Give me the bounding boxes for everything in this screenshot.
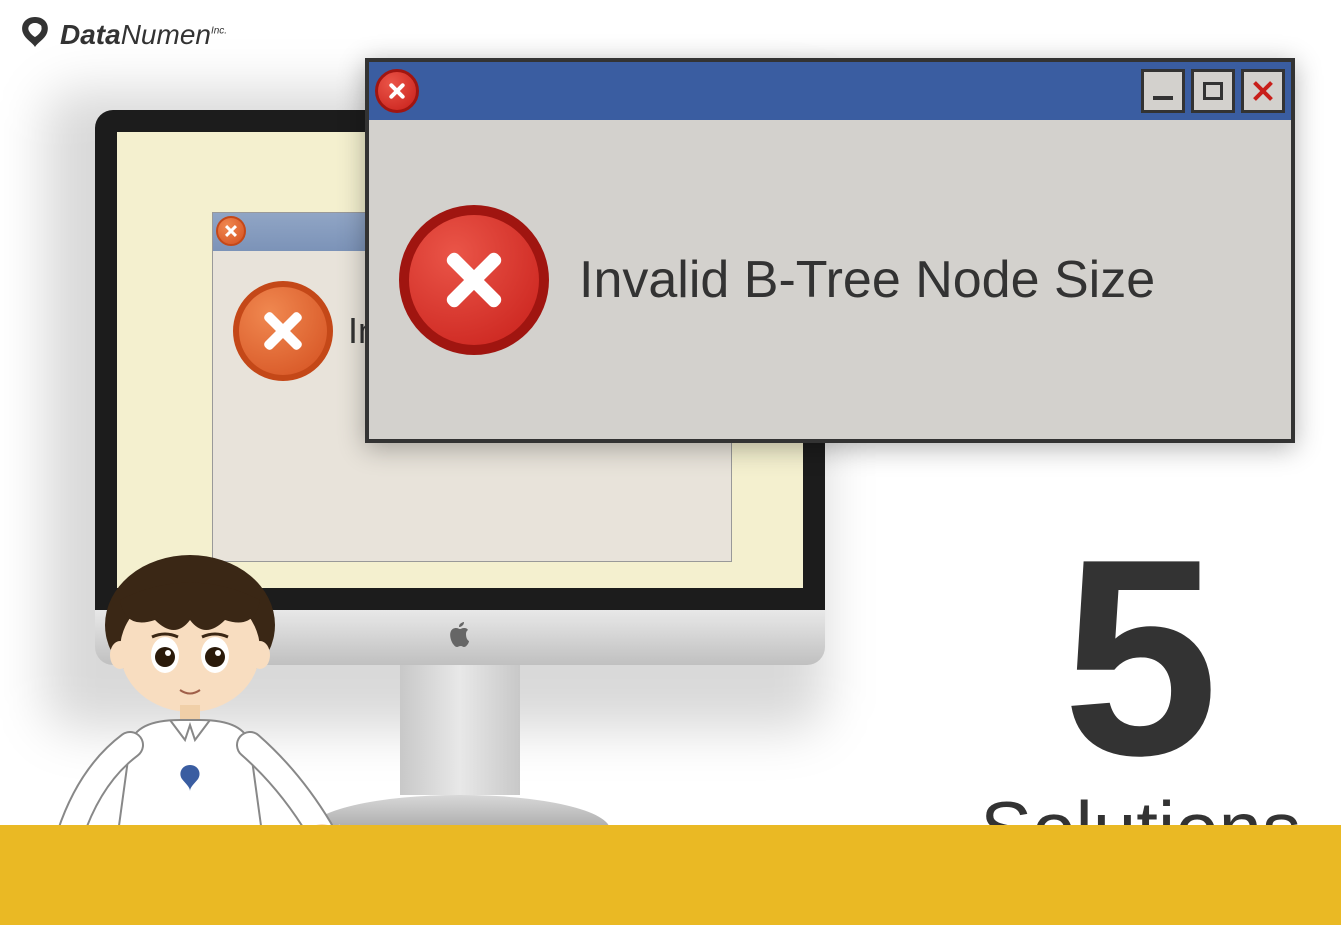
close-icon[interactable] [375,69,419,113]
main-window-titlebar [369,62,1291,120]
minimize-button[interactable] [1141,69,1185,113]
main-error-window: Invalid B-Tree Node Size [365,58,1295,443]
apple-logo-icon [448,620,472,655]
datanumen-logo: DataNumenInc. [15,15,227,55]
logo-icon [15,15,55,55]
logo-text: DataNumenInc. [60,19,227,51]
main-error-text: Invalid B-Tree Node Size [579,250,1155,310]
error-icon [233,281,333,381]
close-button[interactable] [1241,69,1285,113]
maximize-button[interactable] [1191,69,1235,113]
error-icon [399,205,549,355]
main-window-body: Invalid B-Tree Node Size [369,120,1291,439]
close-icon[interactable] [216,216,246,246]
solutions-headline: 5 Solutions [980,532,1301,875]
solutions-number: 5 [980,532,1301,784]
monitor-stand [400,665,520,795]
window-controls [1141,69,1285,113]
yellow-footer-band [0,825,1341,925]
